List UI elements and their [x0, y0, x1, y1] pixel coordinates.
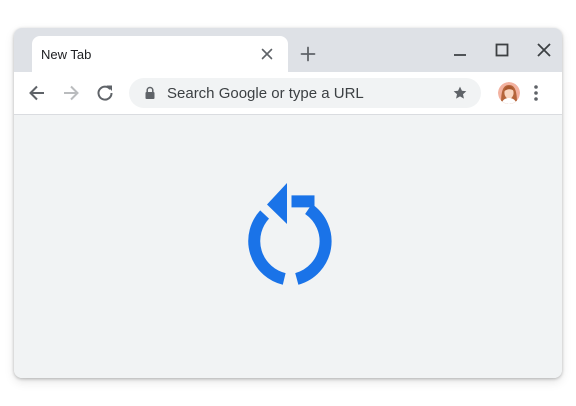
- omnibox[interactable]: Search Google or type a URL: [129, 78, 481, 108]
- omnibox-placeholder: Search Google or type a URL: [167, 85, 364, 102]
- lock-icon: [145, 86, 155, 99]
- profile-picture: [498, 82, 520, 104]
- close-icon[interactable]: [260, 47, 274, 61]
- browser-window: New Tab Search Google or type a URL: [14, 28, 562, 378]
- page-content: [14, 115, 562, 378]
- minimize-icon[interactable]: [452, 42, 468, 58]
- avatar[interactable]: [498, 82, 520, 104]
- tab-strip: New Tab: [14, 28, 562, 72]
- plus-icon[interactable]: [300, 46, 316, 62]
- reload-icon[interactable]: [95, 83, 115, 103]
- maximize-icon[interactable]: [494, 42, 510, 58]
- reload-icon: [248, 183, 332, 285]
- tab-title: New Tab: [41, 47, 92, 62]
- more-vert-icon[interactable]: [530, 83, 542, 103]
- star-icon[interactable]: [452, 85, 468, 101]
- toolbar: Search Google or type a URL: [14, 72, 562, 115]
- tab-new-tab[interactable]: New Tab: [32, 36, 288, 72]
- close-window-icon[interactable]: [536, 42, 552, 58]
- arrow-forward-icon[interactable]: [61, 83, 81, 103]
- arrow-back-icon[interactable]: [27, 83, 47, 103]
